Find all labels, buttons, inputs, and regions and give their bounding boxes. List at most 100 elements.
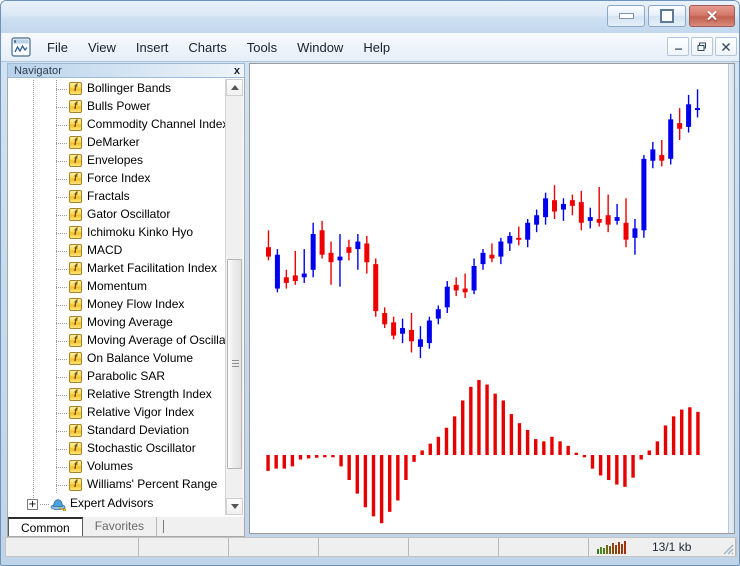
tree-line [33,80,34,98]
function-icon: f [69,190,82,203]
tree-line [33,278,34,296]
expert-advisors-label: Expert Advisors [70,496,154,510]
restore-button[interactable] [648,5,686,27]
tree-item-indicator[interactable]: f DeMarker [8,134,222,152]
navigator-titlebar: Navigator x [7,63,245,78]
tree-item-indicator[interactable]: f Fractals [8,188,222,206]
candle-body [578,202,584,223]
candle-body [560,203,566,210]
indicator-label: Money Flow Index [87,297,185,311]
candle-body [346,247,352,253]
indicator-label: On Balance Volume [87,351,194,365]
tree-item-indicator[interactable]: f Relative Strength Index [8,386,222,404]
candle-body [265,247,271,257]
minimize-icon [618,13,634,19]
chart-vertical-scrollbar[interactable] [728,64,734,533]
histogram-bar [306,455,311,459]
function-icon: f [69,460,82,473]
tree-item-indicator[interactable]: f Force Index [8,170,222,188]
histogram-bar [331,455,335,458]
histogram-bar [315,455,319,458]
tree-item-indicator[interactable]: f Money Flow Index [8,296,222,314]
mdi-minimize-button[interactable] [667,37,689,56]
mdi-close-button[interactable] [715,37,737,56]
menu-item-insert[interactable]: Insert [126,37,179,58]
tree-line [56,197,68,198]
tree-line [56,359,68,360]
tree-item-indicator[interactable]: f Envelopes [8,152,222,170]
function-icon: f [69,244,82,257]
tab-favorites[interactable]: Favorites [83,517,158,536]
navigator-scrollbar[interactable] [225,79,243,515]
candle-body [569,200,575,206]
tree-line [33,188,34,206]
menu-item-help[interactable]: Help [353,37,400,58]
tree-item-indicator[interactable]: f Bulls Power [8,98,222,116]
scrollbar-thumb[interactable] [227,259,242,469]
candle-body [596,219,602,223]
histogram-bar [404,455,408,480]
histogram-bar [371,455,376,517]
candle-body [292,275,298,282]
tree-item-indicator[interactable]: f Relative Vigor Index [8,404,222,422]
tree-line [56,269,68,270]
expander-plus-icon[interactable]: + [27,499,38,510]
minimize-button[interactable] [607,5,645,27]
tree-item-indicator[interactable]: f Market Facilitation Index [8,260,222,278]
function-icon: f [69,478,82,491]
tree-item-indicator[interactable]: f Bollinger Bands [8,80,222,98]
menu-item-tools[interactable]: Tools [237,37,287,58]
tree-item-indicator[interactable]: f MACD [8,242,222,260]
close-button[interactable]: ✕ [689,5,735,27]
menu-item-charts[interactable]: Charts [178,37,236,58]
tree-item-indicator[interactable]: f Ichimoku Kinko Hyo [8,224,222,242]
tree-line [33,332,34,350]
candle-body [623,222,629,240]
candle-body [516,237,522,240]
candle-body [552,200,558,212]
tree-item-indicator[interactable]: f Moving Average of Oscillator [8,332,240,350]
mdi-restore-button[interactable] [691,37,713,56]
scroll-down-button[interactable] [226,498,243,515]
tree-item-indicator[interactable]: f Williams' Percent Range [8,476,222,494]
histogram-bar [282,455,286,469]
tree-line [33,314,34,332]
tree-line [33,404,34,422]
histogram-bar [574,452,578,455]
tree-item-indicator[interactable]: f Parabolic SAR [8,368,222,386]
tab-common[interactable]: Common [8,517,83,536]
menu-item-view[interactable]: View [78,37,126,58]
tree-item-indicator[interactable]: f Volumes [8,458,222,476]
tree-item-indicator[interactable]: f Momentum [8,278,222,296]
tree-line [56,323,68,324]
tree-item-indicator[interactable]: f Stochastic Oscillator [8,440,222,458]
histogram-bar [452,416,457,455]
tree-line [56,125,68,126]
indicator-label: Moving Average [87,315,173,329]
tree-line [56,215,68,216]
navigator-tree-body: f Bollinger Bands f Bulls Power f Commodity C… [7,78,245,518]
status-cell-5 [409,538,499,556]
navigator-close-icon[interactable]: x [234,64,240,79]
histogram-bar [298,455,303,460]
menu-item-window[interactable]: Window [287,37,353,58]
tree-item-indicator[interactable]: f Moving Average [8,314,222,332]
chart-window[interactable] [249,63,735,534]
function-icon: f [69,388,82,401]
function-icon: f [69,334,82,347]
tree-item-indicator[interactable]: f Commodity Channel Index [8,116,228,134]
indicator-label: MACD [87,243,123,257]
scroll-up-button[interactable] [226,79,243,96]
tree-item-indicator[interactable]: f On Balance Volume [8,350,222,368]
status-cell-3 [229,538,319,556]
menu-item-file[interactable]: File [37,37,78,58]
candle-body [695,108,701,111]
function-icon: f [69,316,82,329]
indicator-label: Parabolic SAR [87,369,166,383]
tree-item-indicator[interactable]: f Gator Oscillator [8,206,222,224]
function-icon: f [69,100,82,113]
tree-item-indicator[interactable]: f Standard Deviation [8,422,222,440]
tree-item-expert-advisors[interactable]: + Expert Advisors [8,495,222,513]
resize-grip-icon[interactable] [720,541,734,555]
candle-body [391,322,397,336]
